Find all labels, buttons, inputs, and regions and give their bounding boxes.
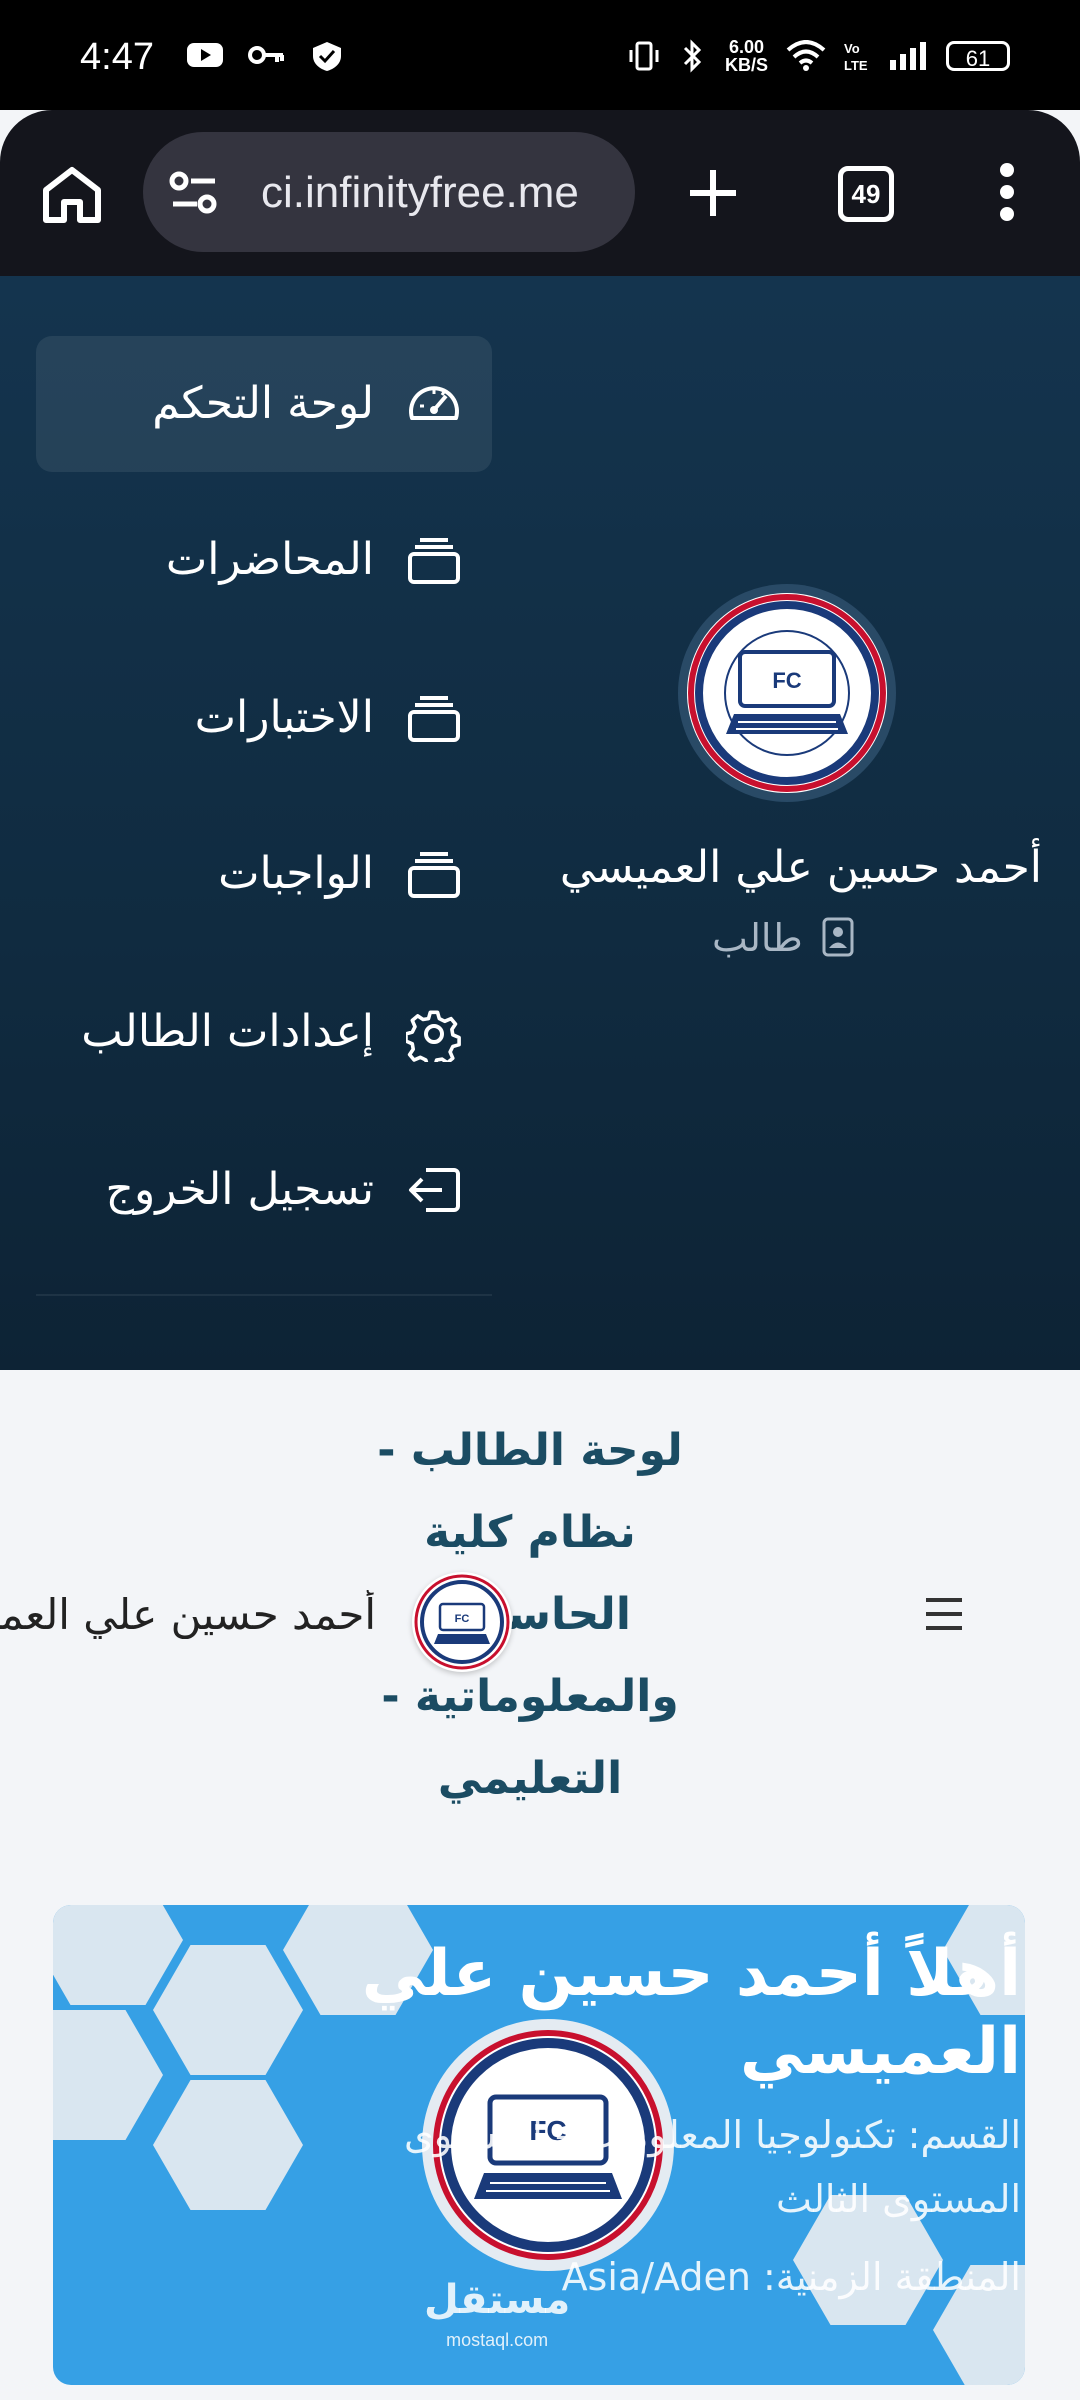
more-options-icon[interactable] — [997, 162, 1017, 222]
stack-icon — [408, 538, 460, 584]
banner-level: المستوى الثالث — [776, 2177, 1021, 2221]
svg-text:LTE: LTE — [844, 58, 868, 73]
sidebar-item-dashboard[interactable]: لوحة التحكم — [36, 336, 492, 472]
wifi-icon — [786, 40, 826, 71]
sidebar-item-label: تسجيل الخروج — [105, 1164, 374, 1215]
sidebar-item-label: لوحة التحكم — [152, 378, 374, 429]
id-badge-icon — [822, 917, 854, 957]
status-bar: 4:47 6.00 KB/S Vo LTE 61 — [0, 0, 1080, 110]
sidebar-item-student-settings[interactable]: إعدادات الطالب — [36, 964, 492, 1100]
sidebar-item-label: الاختبارات — [194, 692, 374, 743]
new-tab-icon[interactable] — [688, 168, 738, 218]
sidebar-item-lectures[interactable]: المحاضرات — [36, 492, 492, 628]
sidebar-item-label: المحاضرات — [165, 534, 374, 585]
header-username[interactable]: أحمد حسين علي العميسي — [0, 1590, 376, 1639]
stack-icon — [408, 852, 460, 898]
faculty-seal-icon: FC — [687, 593, 887, 793]
tab-switcher-button[interactable]: 49 — [838, 166, 894, 222]
site-settings-icon[interactable] — [167, 170, 223, 216]
sidebar-item-exams[interactable]: الاختبارات — [36, 650, 492, 786]
svg-text:Vo: Vo — [844, 41, 860, 56]
banner-hex-tile — [53, 1905, 183, 2005]
faculty-seal-icon: FC — [414, 1574, 510, 1670]
profile-role: طالب — [712, 916, 803, 960]
home-icon[interactable] — [40, 164, 104, 226]
logout-icon — [409, 1168, 460, 1212]
sidebar-item-label: الواجبات — [218, 848, 374, 899]
page-header: لوحة الطالب - نظام كلية الحاسبات والمعلو… — [0, 1370, 1080, 1840]
sidebar-item-logout[interactable]: تسجيل الخروج — [36, 1122, 492, 1258]
profile-name: أحمد حسين علي العميسي — [559, 842, 1042, 893]
sidebar-item-label: إعدادات الطالب — [81, 1006, 374, 1057]
svg-text:FC: FC — [455, 1613, 470, 1625]
youtube-icon — [187, 43, 223, 67]
banner-hex-tile — [153, 2080, 303, 2210]
volte-icon: Vo LTE — [844, 41, 868, 73]
browser-toolbar: ci.infinityfree.me 49 — [0, 110, 1080, 276]
bluetooth-icon — [683, 39, 702, 73]
battery-indicator: 61 — [946, 41, 1010, 71]
sidebar-item-assignments[interactable]: الواجبات — [36, 806, 492, 942]
signal-icon — [890, 42, 926, 70]
url-text[interactable]: ci.infinityfree.me — [261, 168, 579, 218]
system-icons: 6.00 KB/S Vo LTE 61 — [627, 38, 1010, 74]
status-time: 4:47 — [80, 36, 154, 78]
watermark-latin: mostaql.com — [446, 2330, 549, 2350]
banner-welcome-title: أهلاً أحمد حسين علي العميسي — [361, 1937, 1021, 2089]
watermark: مستقل mostaql.com — [424, 2280, 570, 2360]
stack-icon — [408, 696, 460, 742]
svg-text:FC: FC — [772, 668, 801, 693]
avatar[interactable]: FC — [412, 1572, 512, 1672]
hamburger-menu-icon[interactable] — [924, 1596, 964, 1632]
watermark-arabic: مستقل — [424, 2277, 571, 2323]
banner-department: القسم: تكنولوجيا المعلومات - المستوى — [404, 2113, 1021, 2157]
vibrate-icon — [629, 41, 659, 71]
banner-timezone: المنطقة الزمنية: Asia/Aden — [561, 2255, 1021, 2299]
dashboard-gauge-icon — [409, 386, 459, 420]
key-icon — [248, 46, 284, 64]
profile-logo: FC — [678, 584, 896, 802]
banner-hex-tile — [53, 2010, 163, 2140]
sidebar-divider — [36, 1294, 492, 1296]
sidebar-menu: لوحة التحكم المحاضرات الاختبارات الواجبا… — [0, 276, 1080, 1370]
notification-icons — [185, 40, 345, 72]
gear-icon — [406, 1010, 461, 1062]
address-bar[interactable]: ci.infinityfree.me — [143, 132, 635, 252]
network-speed: 6.00 KB/S — [724, 37, 768, 75]
vpn-icon — [313, 42, 341, 71]
